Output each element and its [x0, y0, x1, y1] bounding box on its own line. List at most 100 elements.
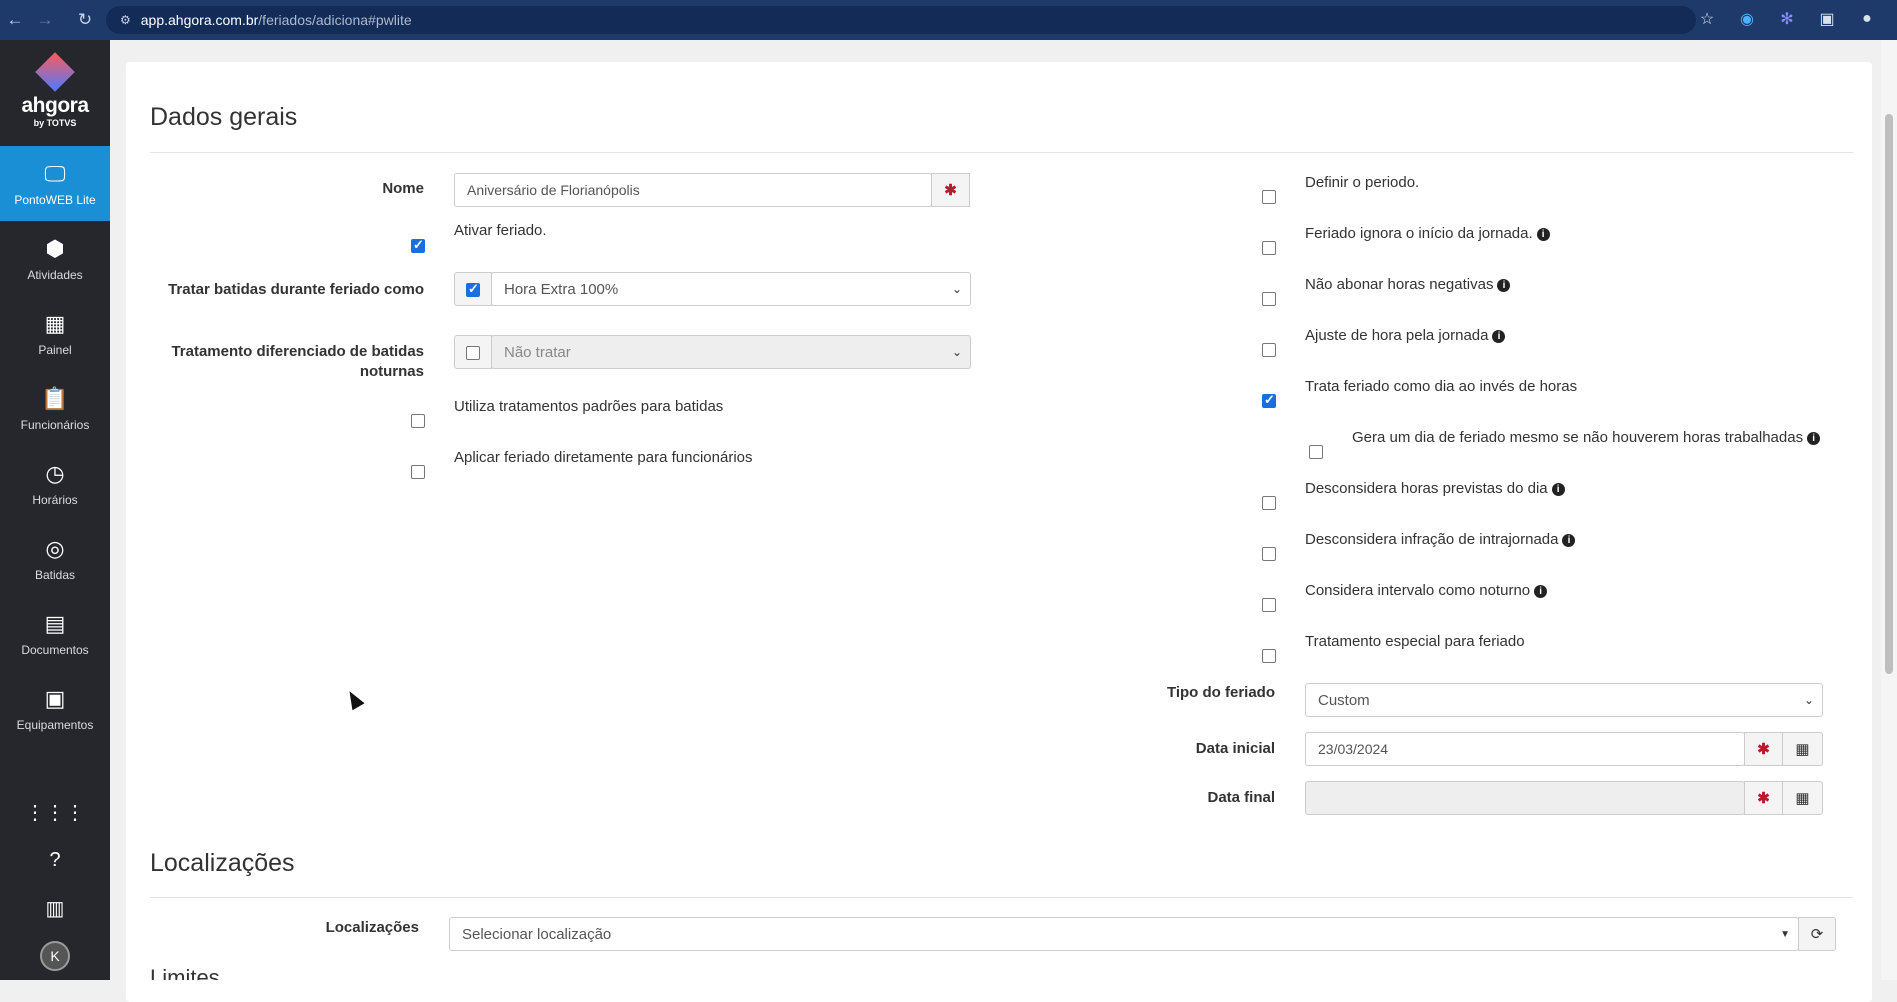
sidebar-item-label: Equipamentos — [16, 717, 94, 732]
sidebar-item-documentos[interactable]: ▤ Documentos — [0, 596, 110, 671]
option-text: Ajuste de hora pela jornada — [1305, 327, 1489, 344]
aplicar-funcionarios-checkbox[interactable] — [411, 465, 425, 479]
tratamento-noturno-checkbox[interactable] — [466, 346, 480, 360]
nome-input[interactable]: Aniversário de Florianópolis — [454, 173, 932, 207]
back-icon[interactable]: ← — [0, 5, 30, 35]
sidebar-item-batidas[interactable]: ◎ Batidas — [0, 521, 110, 596]
divider — [150, 152, 1853, 153]
clock-icon: ◷ — [45, 460, 65, 486]
caret-down-icon: ▼ — [1780, 929, 1790, 940]
localizacoes-select[interactable]: Selecionar localização ▼ — [449, 917, 1799, 951]
forward-icon[interactable]: → — [30, 5, 60, 35]
device-icon: ▣ — [44, 685, 66, 711]
avatar[interactable]: K — [40, 941, 70, 971]
option-label: Tratamento especial para feriado — [1305, 633, 1525, 650]
ativar-feriado-checkbox[interactable] — [411, 237, 425, 253]
calendar-icon[interactable]: ▦ — [1782, 732, 1823, 766]
option-label: Desconsidera infração de intrajornada i — [1305, 530, 1576, 550]
chevron-down-icon: ⌄ — [1803, 693, 1814, 707]
sidebar-item-equipamentos[interactable]: ▣ Equipamentos — [0, 671, 110, 746]
extension-icon[interactable]: ✻ — [1773, 5, 1801, 33]
document-icon: ▤ — [44, 610, 66, 636]
help-icon[interactable]: ? — [0, 836, 110, 884]
tipo-feriado-select[interactable]: Custom ⌄ — [1305, 683, 1823, 717]
sidebar-item-label: Painel — [38, 342, 72, 357]
tipo-feriado-value: Custom — [1318, 691, 1370, 709]
form-card — [126, 62, 1872, 1002]
building-icon[interactable]: ▥ — [0, 884, 110, 932]
option-label: Gera um dia de feriado mesmo se não houv… — [1352, 428, 1821, 448]
sidebar-item-label: Documentos — [21, 642, 89, 657]
option-text: Desconsidera infração de intrajornada — [1305, 531, 1559, 548]
localizacoes-label: Localizações — [325, 919, 419, 936]
section-title-limites: Limites — [150, 965, 220, 980]
info-icon[interactable]: i — [1497, 279, 1511, 292]
divider — [150, 897, 1853, 898]
fingerprint-icon: ◎ — [45, 535, 65, 561]
trata-dia-checkbox[interactable] — [1262, 392, 1276, 408]
cubes-icon: ⬢ — [45, 235, 65, 261]
ignora-inicio-jornada-checkbox[interactable] — [1262, 241, 1276, 255]
dashboard-icon: ▦ — [44, 310, 66, 336]
site-info-icon[interactable]: ⚙ — [120, 13, 131, 27]
nao-abonar-checkbox[interactable] — [1262, 292, 1276, 306]
info-icon[interactable]: i — [1536, 228, 1550, 241]
monitor-icon: 🖵 — [44, 160, 66, 186]
logo-mark-icon — [35, 52, 75, 92]
browser-toolbar: ← → ↻ ⚙ app.ahgora.com.br/feriados/adici… — [0, 0, 1897, 40]
tratar-batidas-label: Tratar batidas durante feriado como — [168, 281, 424, 298]
sidebar-item-label: Atividades — [27, 267, 83, 282]
tratar-batidas-checkbox[interactable] — [466, 281, 480, 297]
url-host: app.ahgora.com.br — [140, 12, 259, 28]
tratamento-especial-checkbox[interactable] — [1262, 649, 1276, 663]
ativar-feriado-label: Ativar feriado. — [454, 222, 547, 239]
info-icon[interactable]: i — [1551, 483, 1565, 496]
tratar-checkbox-addon — [454, 272, 492, 306]
puzzle-icon[interactable]: ▣ — [1813, 5, 1841, 33]
sidebar-item-label: Funcionários — [20, 417, 90, 432]
grammarly-icon[interactable]: ◉ — [1733, 5, 1761, 33]
info-icon[interactable]: i — [1492, 330, 1506, 343]
desconsidera-intrajornada-checkbox[interactable] — [1262, 547, 1276, 561]
option-label: Feriado ignora o início da jornada. i — [1305, 224, 1550, 244]
required-icon: ✱ — [931, 173, 970, 207]
sidebar-item-label: Batidas — [34, 567, 76, 582]
info-icon[interactable]: i — [1534, 585, 1548, 598]
section-title-dados-gerais: Dados gerais — [150, 103, 298, 131]
logo[interactable]: ahgora by TOTVS — [0, 40, 110, 146]
intervalo-noturno-checkbox[interactable] — [1262, 598, 1276, 612]
required-icon: ✱ — [1744, 732, 1783, 766]
apps-grid-icon[interactable]: ⋮⋮⋮ — [0, 788, 110, 836]
calendar-icon[interactable]: ▦ — [1782, 781, 1823, 815]
chevron-down-icon: ⌄ — [951, 282, 962, 296]
tratamento-noturno-select[interactable]: Não tratar ⌄ — [491, 335, 971, 369]
option-label: Considera intervalo como noturno i — [1305, 581, 1548, 601]
sidebar-item-funcionarios[interactable]: 📋 Funcionários — [0, 371, 110, 446]
scrollbar-thumb[interactable] — [1885, 114, 1893, 674]
tipo-feriado-label: Tipo do feriado — [1166, 684, 1275, 701]
tratamento-noturno-label: Tratamento diferenciado de batidas notur… — [171, 343, 424, 380]
ajuste-hora-checkbox[interactable] — [1262, 343, 1276, 357]
desconsidera-previstas-checkbox[interactable] — [1262, 496, 1276, 510]
sidebar-item-horarios[interactable]: ◷ Horários — [0, 446, 110, 521]
tratamentos-padroes-checkbox[interactable] — [411, 414, 425, 428]
data-inicial-input[interactable]: 23/03/2024 — [1305, 732, 1745, 766]
info-icon[interactable]: i — [1807, 432, 1821, 445]
definir-periodo-checkbox[interactable] — [1262, 190, 1276, 204]
star-icon[interactable]: ☆ — [1693, 5, 1721, 33]
scrollbar[interactable] — [1881, 40, 1897, 980]
data-final-input[interactable] — [1305, 781, 1745, 815]
tratar-batidas-select[interactable]: Hora Extra 100% ⌄ — [491, 272, 971, 306]
sidebar-item-atividades[interactable]: ⬢ Atividades — [0, 221, 110, 296]
sidebar-item-painel[interactable]: ▦ Painel — [0, 296, 110, 371]
refresh-icon[interactable]: ⟳ — [1798, 917, 1836, 951]
profile-icon[interactable]: ● — [1853, 5, 1881, 33]
tratar-batidas-value: Hora Extra 100% — [504, 280, 619, 298]
gera-dia-checkbox[interactable] — [1309, 445, 1323, 459]
address-bar[interactable]: ⚙ app.ahgora.com.br/feriados/adiciona#pw… — [106, 6, 1696, 34]
sidebar-item-label: PontoWEB Lite — [14, 192, 96, 207]
chevron-down-icon: ⌄ — [951, 345, 962, 359]
info-icon[interactable]: i — [1562, 534, 1576, 547]
reload-icon[interactable]: ↻ — [70, 5, 100, 35]
sidebar-item-pontoweb[interactable]: 🖵 PontoWEB Lite — [0, 146, 110, 221]
